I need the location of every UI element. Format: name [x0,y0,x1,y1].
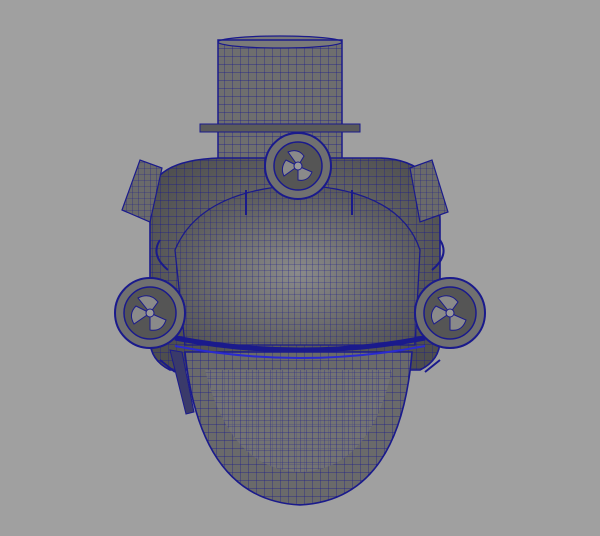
hull-lower-bowl [184,351,413,506]
thruster-top [264,132,332,200]
thruster-right [414,277,486,349]
thruster-left [114,277,186,349]
3d-viewport[interactable] [0,0,600,536]
inner-dome [174,184,421,346]
wireframe-model [114,35,486,506]
